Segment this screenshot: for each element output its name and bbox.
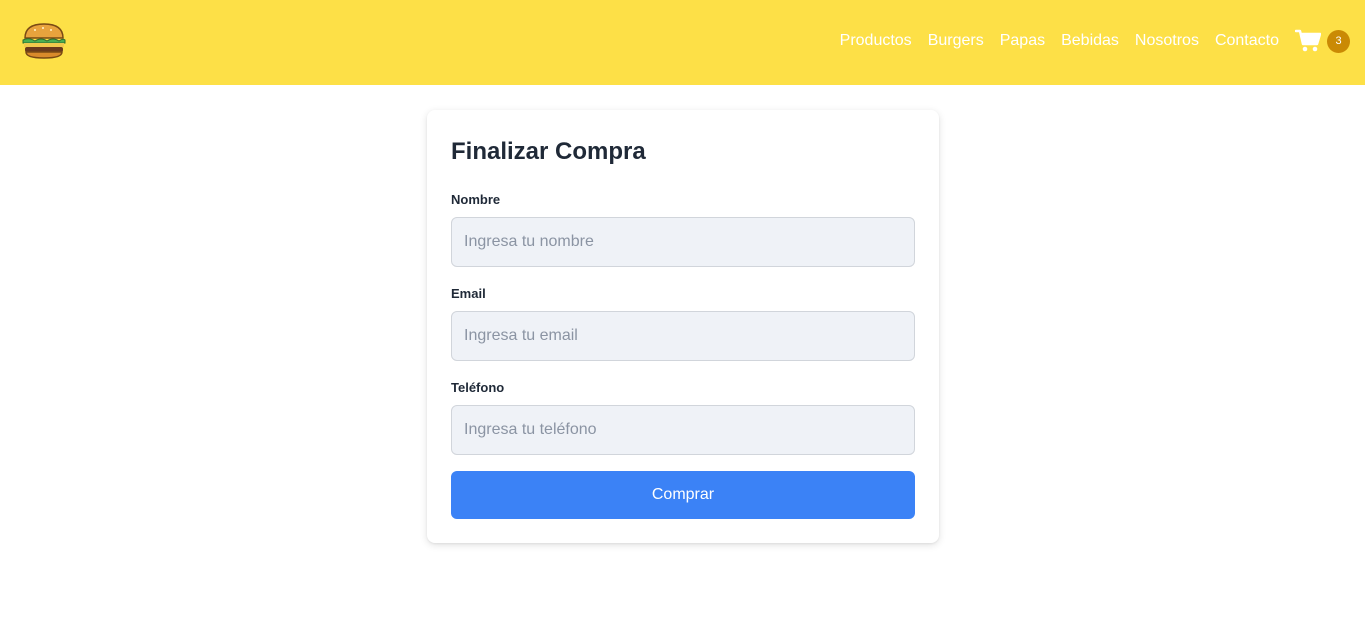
burger-logo-icon[interactable]	[21, 21, 67, 61]
cart-icon[interactable]	[1294, 29, 1322, 53]
nav-link-bebidas[interactable]: Bebidas	[1061, 30, 1119, 52]
checkout-card: Finalizar Compra Nombre Email Teléfono C…	[427, 110, 939, 543]
phone-label: Teléfono	[451, 380, 505, 395]
main-nav: Productos Burgers Papas Bebidas Nosotros…	[840, 30, 1279, 52]
nav-link-productos[interactable]: Productos	[840, 30, 912, 52]
nav-link-burgers[interactable]: Burgers	[928, 30, 984, 52]
nav-link-nosotros[interactable]: Nosotros	[1135, 30, 1199, 52]
nav-link-papas[interactable]: Papas	[1000, 30, 1045, 52]
name-input[interactable]	[451, 217, 915, 267]
page-title: Finalizar Compra	[451, 138, 646, 165]
email-input[interactable]	[451, 311, 915, 361]
site-header: Productos Burgers Papas Bebidas Nosotros…	[0, 0, 1365, 85]
nav-link-contacto[interactable]: Contacto	[1215, 30, 1279, 52]
email-label: Email	[451, 286, 486, 301]
phone-input[interactable]	[451, 405, 915, 455]
buy-button[interactable]: Comprar	[451, 471, 915, 519]
cart-count-badge: 3	[1327, 30, 1350, 53]
name-label: Nombre	[451, 192, 501, 207]
